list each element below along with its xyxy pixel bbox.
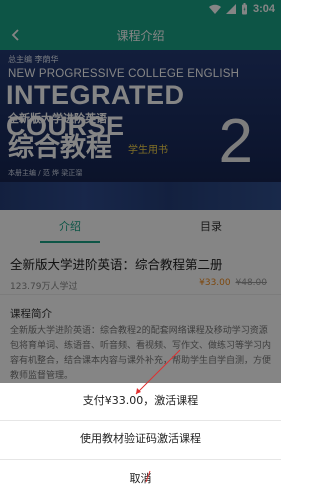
sheet-divider — [0, 459, 281, 460]
action-sheet: 支付¥33.00，激活课程 使用教材验证码激活课程 取消 — [0, 383, 281, 499]
code-activate-button[interactable]: 使用教材验证码激活课程 — [0, 421, 281, 457]
cancel-button[interactable]: 取消 — [0, 461, 281, 497]
pay-activate-button[interactable]: 支付¥33.00，激活课程 — [0, 383, 281, 419]
